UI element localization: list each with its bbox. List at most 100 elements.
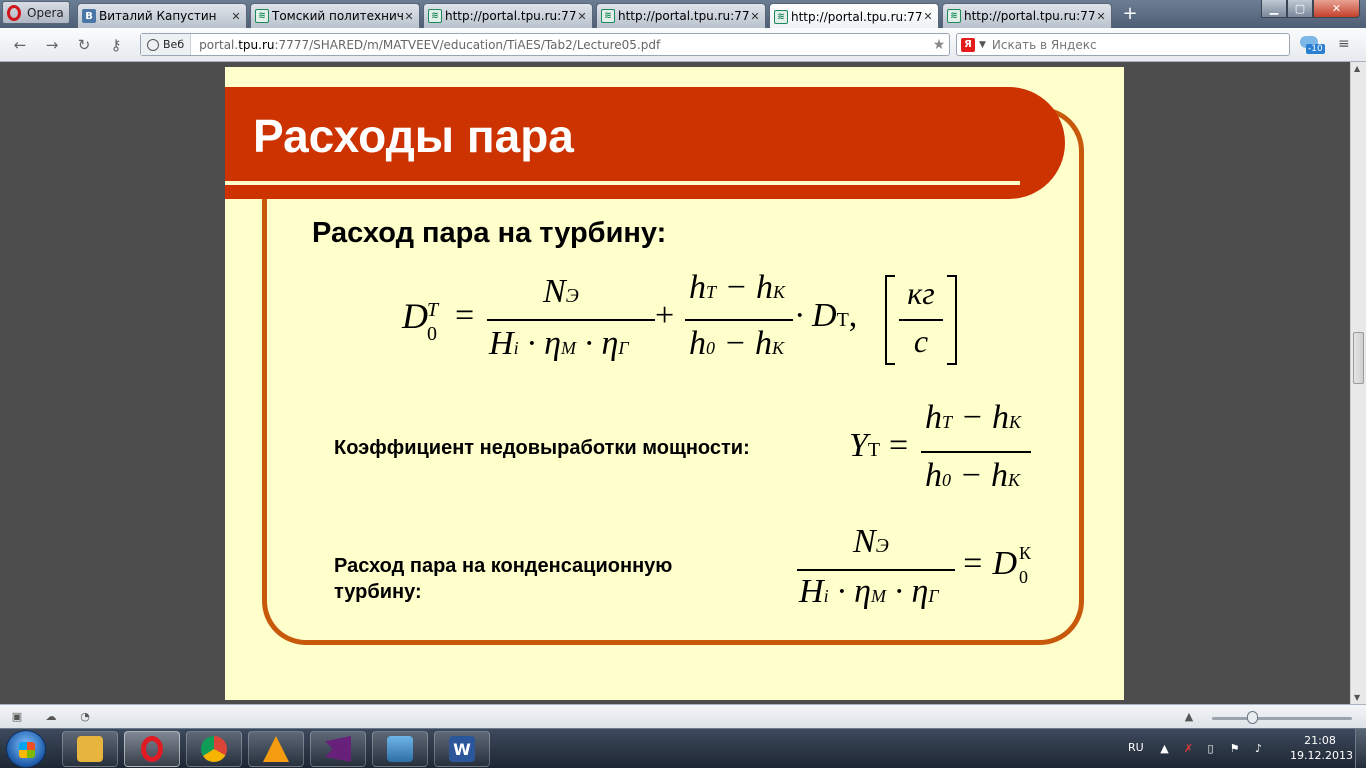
search-input[interactable] (991, 37, 1272, 52)
close-icon[interactable]: ✕ (576, 10, 588, 23)
taskbar-app-explorer[interactable] (62, 731, 118, 767)
tpu-icon: ≋ (255, 9, 269, 23)
formula1-num1: NЭ (543, 273, 579, 310)
panel-toggle-icon[interactable]: ▣ (10, 710, 24, 723)
formula1-den1: Hi · ηM · ηГ (489, 325, 629, 362)
close-icon[interactable]: ✕ (230, 10, 242, 23)
weather-temperature: -10 (1306, 44, 1325, 54)
tab-vk[interactable]: В Виталий Капустин ✕ (77, 3, 247, 28)
tab-portal-1[interactable]: ≋ http://portal.tpu.ru:777... ✕ (423, 3, 593, 28)
formula3-rhs: = D (961, 545, 1017, 582)
image-viewer-icon (387, 736, 413, 762)
window-close-button[interactable]: ✕ (1313, 0, 1360, 18)
forward-icon[interactable]: → (42, 36, 62, 54)
taskbar-app-aimp[interactable] (248, 731, 304, 767)
tab-tpu[interactable]: ≋ Томский политехниче... ✕ (250, 3, 420, 28)
tab-title: http://portal.tpu.ru:777... (445, 9, 576, 23)
bracket-tick (885, 363, 895, 365)
scroll-down-icon[interactable]: ▼ (1354, 693, 1360, 702)
windows-taskbar: W RU ▲ ✗ ▯ ⚑ ♪ 21:08 19.12.2013 (0, 728, 1366, 768)
start-button[interactable] (6, 730, 46, 768)
zoom-slider-thumb[interactable] (1247, 711, 1258, 724)
menu-icon[interactable]: ≡ (1338, 36, 1350, 52)
formula2-num: hT − hK (925, 399, 1021, 436)
clock-time: 21:08 (1304, 734, 1336, 747)
address-toolbar: ← → ↻ ⚷ Веб portal.tpu.ru:7777/SHARED/m/… (0, 28, 1366, 62)
url-host: portal. (199, 37, 239, 52)
fraction-bar (487, 319, 655, 321)
tpu-icon: ≋ (947, 9, 961, 23)
network-warning-icon[interactable]: ✗ (1182, 742, 1195, 755)
tab-portal-active[interactable]: ≋ http://portal.tpu.ru:777... ✕ (769, 3, 939, 29)
reload-icon[interactable]: ↻ (74, 36, 94, 54)
minimize-button[interactable]: ▁ (1261, 0, 1287, 18)
taskbar-app-opera[interactable] (124, 731, 180, 767)
taskbar-app-chrome[interactable] (186, 731, 242, 767)
tab-portal-3[interactable]: ≋ http://portal.tpu.ru:777... ✕ (942, 3, 1112, 28)
tpu-icon: ≋ (774, 9, 788, 24)
close-icon[interactable]: ✕ (749, 10, 761, 23)
formula1-num2: hT − hK (689, 269, 785, 306)
opera-icon (141, 736, 163, 762)
close-icon[interactable]: ✕ (1095, 10, 1107, 23)
tab-title: Виталий Капустин (99, 9, 217, 23)
show-desktop-button[interactable] (1355, 729, 1366, 768)
cloud-icon[interactable]: ☁ (44, 710, 58, 723)
bracket-tick (885, 275, 895, 277)
zoom-slider-track[interactable] (1212, 717, 1352, 720)
explorer-icon (77, 736, 103, 762)
label-condensing-line1: Расход пара на конденсационную (334, 555, 673, 577)
label-condensing-line2: турбину: (334, 581, 422, 603)
equals-sign: = (455, 297, 475, 334)
web-badge-label: Веб (163, 38, 185, 51)
formula3-den: Hi · ηM · ηГ (799, 573, 939, 610)
aimp-icon (263, 736, 289, 762)
volume-icon[interactable]: ♪ (1252, 742, 1265, 755)
formula1-den2: h0 − hK (689, 325, 784, 362)
new-tab-button[interactable]: + (1120, 5, 1140, 23)
formula3-rhs-sup: К (1019, 543, 1032, 563)
address-bar[interactable]: Веб portal.tpu.ru:7777/SHARED/m/MATVEEV/… (140, 33, 950, 56)
tab-portal-2[interactable]: ≋ http://portal.tpu.ru:777... ✕ (596, 3, 766, 28)
pdf-viewport[interactable]: Расходы пара Расход пара на турбину: D T… (0, 62, 1350, 704)
system-clock[interactable]: 21:08 19.12.2013 (1290, 733, 1353, 763)
bracket-tick (947, 363, 957, 365)
search-box[interactable]: Я ▼ (956, 33, 1290, 56)
speed-dial-icon[interactable]: ◔ (78, 710, 92, 723)
maximize-button[interactable]: ▢ (1287, 0, 1313, 18)
close-icon[interactable]: ✕ (922, 10, 934, 23)
chevron-down-icon[interactable]: ▼ (979, 40, 986, 50)
action-center-icon[interactable]: ⚑ (1228, 742, 1241, 755)
web-badge[interactable]: Веб (141, 34, 192, 55)
taskbar-app-image-viewer[interactable] (372, 731, 428, 767)
formula1-lhs-sup: T (427, 299, 439, 321)
chevron-up-icon[interactable]: ▲ (1158, 742, 1171, 755)
opera-menu-button[interactable]: Opera (2, 1, 70, 24)
close-icon[interactable]: ✕ (403, 10, 415, 23)
key-icon[interactable]: ⚷ (106, 36, 126, 54)
device-icon[interactable]: ▯ (1204, 742, 1217, 755)
taskbar-app-visual-studio[interactable] (310, 731, 366, 767)
tpu-icon: ≋ (428, 9, 442, 23)
bookmark-star-icon[interactable]: ★ (929, 37, 949, 53)
yandex-icon: Я (961, 37, 975, 52)
weather-widget[interactable]: -10 (1300, 34, 1328, 56)
tpu-icon: ≋ (601, 9, 615, 23)
scrollbar-thumb[interactable] (1353, 332, 1364, 384)
back-icon[interactable]: ← (10, 36, 30, 54)
unit-denominator: с (913, 323, 929, 359)
taskbar-app-word[interactable]: W (434, 731, 490, 767)
scroll-up-icon[interactable]: ▲ (1354, 64, 1360, 73)
word-icon: W (449, 736, 475, 762)
chrome-icon (201, 736, 227, 762)
pdf-slide: Расходы пара Расход пара на турбину: D T… (225, 67, 1124, 700)
status-bar: ▣ ☁ ◔ ▲ (0, 704, 1366, 728)
formula2-lhs: YТ (849, 427, 881, 464)
fraction-bar (899, 319, 943, 321)
language-indicator[interactable]: RU (1128, 741, 1144, 754)
fraction-bar (797, 569, 955, 571)
label-coefficient: Коэффициент недовыработки мощности: (334, 437, 750, 459)
url-text[interactable]: portal.tpu.ru:7777/SHARED/m/MATVEEV/educ… (191, 38, 929, 52)
chevron-up-icon[interactable]: ▲ (1182, 710, 1196, 723)
vertical-scrollbar[interactable]: ▲ ▼ (1350, 62, 1366, 704)
